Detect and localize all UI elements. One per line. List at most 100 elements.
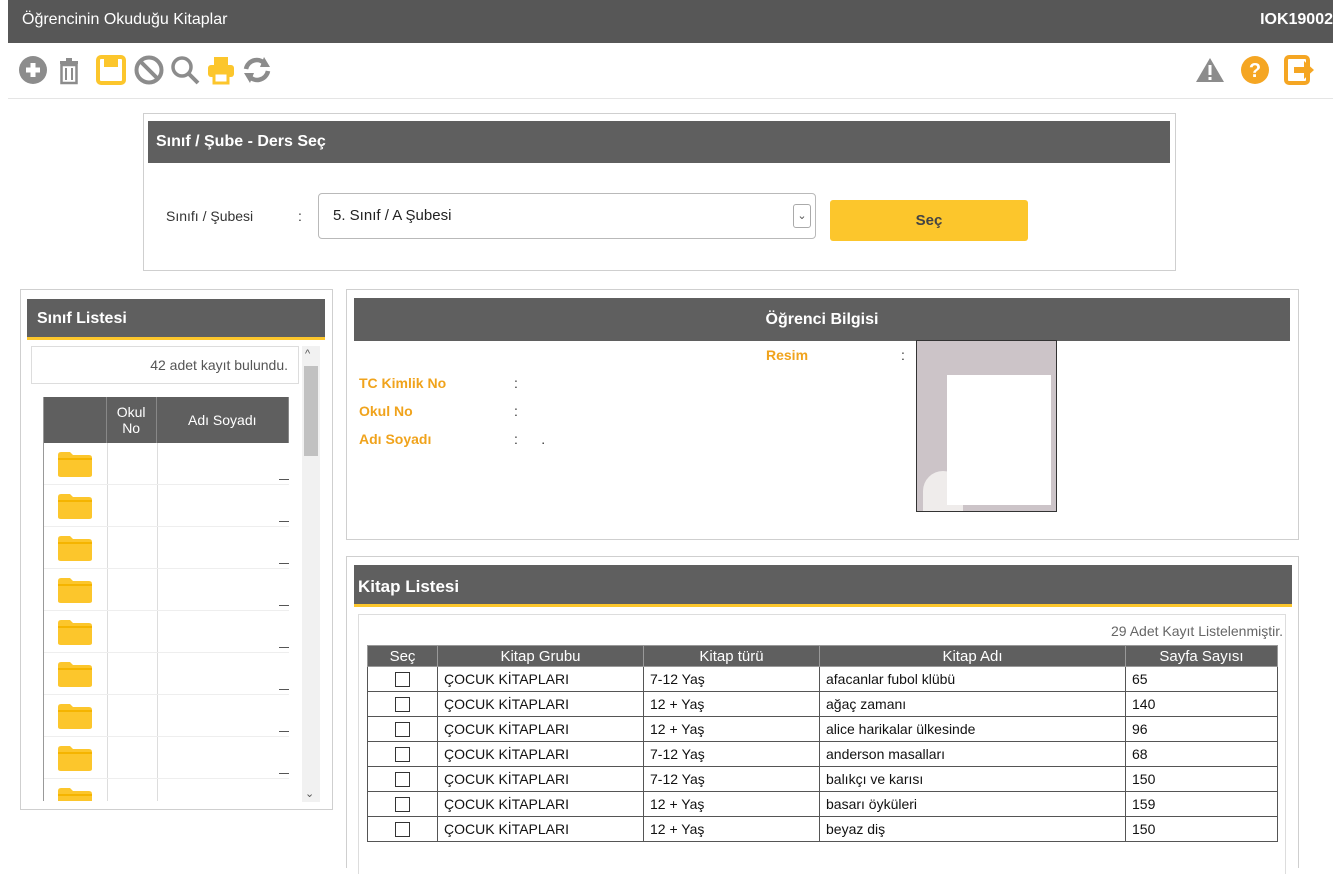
refresh-icon[interactable] [240,53,274,87]
folder-cell[interactable] [44,527,107,568]
add-icon[interactable] [16,53,50,87]
scroll-down-icon[interactable]: ⌄ [305,787,314,800]
screen-code: IOK19002 [1260,11,1333,28]
chevron-down-icon[interactable]: ⌄ [793,204,811,228]
book-row[interactable]: ÇOCUK KİTAPLARI 12 + Yaş basarı öyküleri 15… [367,791,1278,817]
class-list-scrollbar[interactable]: ^ ⌄ [302,346,320,802]
book-row[interactable]: ÇOCUK KİTAPLARI 7-12 Yaş anderson masallar… [367,741,1278,767]
class-list-row[interactable] [44,779,289,801]
folder-cell[interactable] [44,779,107,801]
folder-cell[interactable] [44,611,107,652]
class-list-row[interactable] [44,569,289,611]
class-list-rows [44,443,289,801]
select-cell[interactable] [367,791,438,817]
book-name-cell: beyaz diş [819,816,1126,842]
page-count-cell: 96 [1125,716,1278,742]
class-list-table-header: Okul No Adı Soyadı [44,397,289,443]
class-section-select[interactable]: 5. Sınıf / A Şubesi ⌄ [318,193,816,239]
folder-icon[interactable] [56,450,94,478]
warning-icon[interactable] [1193,53,1227,87]
page-count-cell: 65 [1125,666,1278,692]
select-cell[interactable] [367,816,438,842]
book-list-header: Kitap Listesi [354,565,1292,607]
select-checkbox[interactable] [395,797,410,813]
photo-label: Resim [766,347,809,363]
select-cell[interactable] [367,716,438,742]
school-no-cell [106,779,157,801]
select-cell[interactable] [367,666,438,692]
select-button[interactable]: Seç [830,200,1028,241]
book-group-cell: ÇOCUK KİTAPLARI [437,691,644,717]
class-selection-header: Sınıf / Şube - Ders Seç [148,121,1170,163]
book-row[interactable]: ÇOCUK KİTAPLARI 12 + Yaş ağaç zamanı 140 [367,691,1278,717]
search-icon[interactable] [168,53,202,87]
folder-icon[interactable] [56,618,94,646]
folder-cell[interactable] [44,443,107,484]
svg-text:?: ? [1249,60,1261,82]
school-no-cell [106,527,157,568]
folder-icon[interactable] [56,534,94,562]
select-cell[interactable] [367,766,438,792]
select-checkbox[interactable] [395,747,410,763]
student-name-cell [156,485,289,526]
folder-cell[interactable] [44,695,107,736]
print-icon[interactable] [204,53,238,87]
book-row[interactable]: ÇOCUK KİTAPLARI 7-12 Yaş balıkçı ve karısı… [367,766,1278,792]
selected-class-value: 5. Sınıf / A Şubesi [333,207,452,224]
book-name-cell: anderson masalları [819,741,1126,767]
folder-cell[interactable] [44,737,107,778]
book-type-cell: 12 + Yaş [643,716,820,742]
save-icon[interactable] [94,53,128,87]
book-row[interactable]: ÇOCUK KİTAPLARI 12 + Yaş beyaz diş 150 [367,816,1278,842]
book-group-cell: ÇOCUK KİTAPLARI [437,791,644,817]
scroll-up-icon[interactable]: ^ [305,348,310,360]
book-group-cell: ÇOCUK KİTAPLARI [437,816,644,842]
select-checkbox[interactable] [395,672,410,688]
book-row[interactable]: ÇOCUK KİTAPLARI 7-12 Yaş afacanlar fubol k… [367,666,1278,692]
folder-icon[interactable] [56,576,94,604]
exit-icon[interactable] [1282,53,1316,87]
folder-icon[interactable] [56,492,94,520]
class-list-row[interactable] [44,485,289,527]
scroll-thumb[interactable] [304,366,318,456]
folder-icon[interactable] [56,702,94,730]
class-section-label: Sınıfı / Şubesi [166,208,254,224]
folder-cell[interactable] [44,485,107,526]
column-header-book-group: Kitap Grubu [437,645,644,667]
photo-colon: : [901,347,905,363]
class-list-row[interactable] [44,443,289,485]
column-header-book-name: Kitap Adı [819,645,1126,667]
trash-icon[interactable] [52,53,86,87]
folder-icon[interactable] [56,786,94,801]
student-info-header: Öğrenci Bilgisi [354,298,1290,341]
book-group-cell: ÇOCUK KİTAPLARI [437,716,644,742]
class-list-row[interactable] [44,695,289,737]
title-bar: Öğrencinin Okuduğu Kitaplar IOK19002 [8,0,1333,43]
folder-icon[interactable] [56,660,94,688]
folder-cell[interactable] [44,653,107,694]
select-checkbox[interactable] [395,772,410,788]
select-checkbox[interactable] [395,722,410,738]
select-checkbox[interactable] [395,822,410,838]
class-list-row[interactable] [44,653,289,695]
class-list-row[interactable] [44,737,289,779]
book-group-cell: ÇOCUK KİTAPLARI [437,666,644,692]
column-header-select: Seç [367,645,438,667]
toolbar: ? [8,43,1333,99]
class-list-row[interactable] [44,527,289,569]
select-checkbox[interactable] [395,697,410,713]
column-header-page-count: Sayfa Sayısı [1125,645,1278,667]
cancel-icon[interactable] [132,53,166,87]
folder-cell[interactable] [44,569,107,610]
page-count-cell: 150 [1125,816,1278,842]
select-cell[interactable] [367,691,438,717]
book-type-cell: 7-12 Yaş [643,766,820,792]
book-type-cell: 12 + Yaş [643,816,820,842]
school-no-cell [106,443,157,484]
folder-icon[interactable] [56,744,94,772]
student-name-cell [156,737,289,778]
help-icon[interactable]: ? [1238,53,1272,87]
class-list-row[interactable] [44,611,289,653]
book-row[interactable]: ÇOCUK KİTAPLARI 12 + Yaş alice harikalar ü… [367,716,1278,742]
select-cell[interactable] [367,741,438,767]
